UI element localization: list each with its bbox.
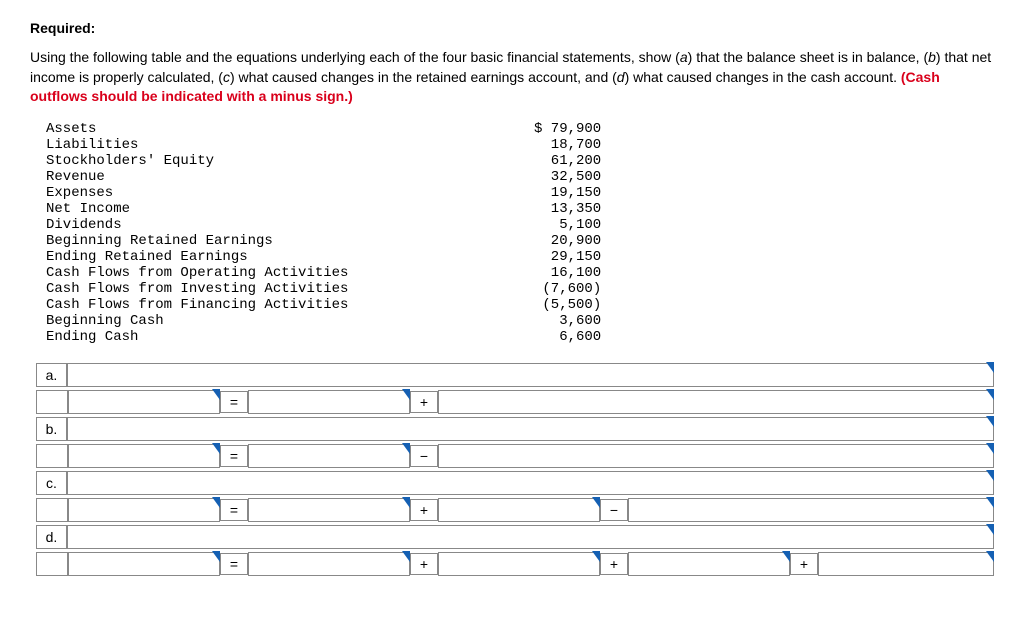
instr-p2: ) that the balance sheet is in balance, …: [688, 49, 928, 65]
op-minus: −: [410, 445, 438, 467]
blank-cell: [36, 390, 68, 414]
op-eq: =: [220, 499, 248, 521]
data-value: 5,100: [530, 217, 605, 233]
data-value: 20,900: [530, 233, 605, 249]
data-label: Ending Retained Earnings: [42, 249, 530, 265]
data-label: Beginning Retained Earnings: [42, 233, 530, 249]
data-value: 6,600: [530, 329, 605, 345]
data-table: Assets$ 79,900Liabilities18,700Stockhold…: [42, 121, 605, 345]
op-minus: −: [600, 499, 628, 521]
data-value: 29,150: [530, 249, 605, 265]
drop-a-result[interactable]: [67, 363, 994, 387]
instr-d: d: [617, 69, 625, 85]
data-value: 61,200: [530, 153, 605, 169]
data-label: Dividends: [42, 217, 530, 233]
drop-d-result[interactable]: [67, 525, 994, 549]
drop-c-rhs3[interactable]: [628, 498, 994, 522]
instr-b: b: [928, 49, 936, 65]
data-value: 3,600: [530, 313, 605, 329]
instructions-text: Using the following table and the equati…: [30, 48, 994, 107]
op-plus: +: [410, 391, 438, 413]
blank-cell: [36, 552, 68, 576]
label-c: c.: [36, 471, 67, 495]
op-plus: +: [600, 553, 628, 575]
drop-d-rhs1[interactable]: [248, 552, 410, 576]
required-heading: Required:: [30, 20, 994, 36]
drop-a-rhs1[interactable]: [248, 390, 410, 414]
data-label: Liabilities: [42, 137, 530, 153]
data-value: 32,500: [530, 169, 605, 185]
data-value: 13,350: [530, 201, 605, 217]
op-eq: =: [220, 391, 248, 413]
drop-d-rhs3[interactable]: [628, 552, 790, 576]
data-label: Net Income: [42, 201, 530, 217]
instr-p4: ) what caused changes in the retained ea…: [230, 69, 617, 85]
drop-d-rhs2[interactable]: [438, 552, 600, 576]
drop-a-rhs2[interactable]: [438, 390, 994, 414]
data-value: 19,150: [530, 185, 605, 201]
blank-cell: [36, 444, 68, 468]
drop-b-rhs1[interactable]: [248, 444, 410, 468]
data-label: Cash Flows from Operating Activities: [42, 265, 530, 281]
op-eq: =: [220, 445, 248, 467]
drop-b-result[interactable]: [67, 417, 994, 441]
label-b: b.: [36, 417, 67, 441]
data-value: 18,700: [530, 137, 605, 153]
op-plus: +: [410, 499, 438, 521]
data-label: Ending Cash: [42, 329, 530, 345]
drop-c-lhs[interactable]: [68, 498, 220, 522]
equation-section: a. = + b. = − c. = + − d.: [36, 363, 994, 576]
data-label: Stockholders' Equity: [42, 153, 530, 169]
op-eq: =: [220, 553, 248, 575]
instr-a: a: [680, 49, 688, 65]
op-plus: +: [410, 553, 438, 575]
label-a: a.: [36, 363, 67, 387]
drop-a-lhs[interactable]: [68, 390, 220, 414]
drop-b-lhs[interactable]: [68, 444, 220, 468]
drop-c-result[interactable]: [67, 471, 994, 495]
instr-c: c: [223, 69, 230, 85]
data-label: Beginning Cash: [42, 313, 530, 329]
op-plus: +: [790, 553, 818, 575]
blank-cell: [36, 498, 68, 522]
data-label: Revenue: [42, 169, 530, 185]
data-value: (7,600): [530, 281, 605, 297]
label-d: d.: [36, 525, 67, 549]
data-label: Assets: [42, 121, 530, 137]
data-label: Cash Flows from Financing Activities: [42, 297, 530, 313]
drop-d-rhs4[interactable]: [818, 552, 994, 576]
data-label: Cash Flows from Investing Activities: [42, 281, 530, 297]
instr-p1: Using the following table and the equati…: [30, 49, 680, 65]
data-value: 16,100: [530, 265, 605, 281]
drop-b-rhs2[interactable]: [438, 444, 994, 468]
drop-c-rhs1[interactable]: [248, 498, 410, 522]
drop-d-lhs[interactable]: [68, 552, 220, 576]
data-label: Expenses: [42, 185, 530, 201]
drop-c-rhs2[interactable]: [438, 498, 600, 522]
instr-p5: ) what caused changes in the cash accoun…: [625, 69, 901, 85]
data-value: (5,500): [530, 297, 605, 313]
data-value: $ 79,900: [530, 121, 605, 137]
